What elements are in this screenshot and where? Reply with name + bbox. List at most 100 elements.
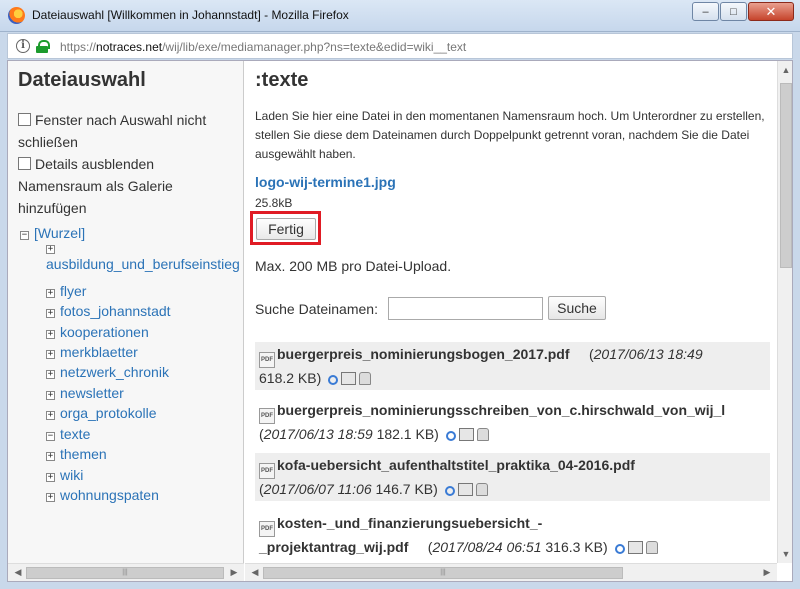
- search-button[interactable]: Suche: [548, 296, 606, 320]
- namespace-link[interactable]: texte: [60, 426, 90, 442]
- expand-icon[interactable]: +: [46, 289, 55, 298]
- scroll-up-icon[interactable]: ▲: [778, 65, 792, 75]
- namespace-link[interactable]: netzwerk_chronik: [60, 364, 169, 380]
- expand-icon[interactable]: +: [46, 245, 55, 254]
- namespace-item[interactable]: + merkblaetter: [46, 344, 138, 360]
- delete-icon[interactable]: [476, 428, 489, 441]
- search-label: Suche Dateinamen:: [255, 301, 378, 317]
- scroll-left-icon[interactable]: ◀: [247, 567, 263, 578]
- file-name-link[interactable]: kofa-uebersicht_aufenthaltstitel_praktik…: [277, 457, 635, 473]
- expand-icon[interactable]: +: [46, 370, 55, 379]
- file-size: 146.7 KB: [375, 481, 434, 497]
- expand-icon[interactable]: +: [46, 473, 55, 482]
- namespace-link[interactable]: newsletter: [60, 385, 124, 401]
- window-controls: – □ ✕: [691, 2, 794, 21]
- uploaded-file-link[interactable]: logo-wij-termine1.jpg: [255, 174, 396, 190]
- right-horizontal-scroll-thumb[interactable]: |||: [263, 567, 623, 579]
- namespace-link[interactable]: merkblaetter: [60, 344, 138, 360]
- expand-icon[interactable]: +: [46, 452, 55, 461]
- namespace-item[interactable]: + flyer: [46, 283, 86, 299]
- uploaded-file-size: 25.8kB: [255, 196, 293, 210]
- magnifier-icon[interactable]: [444, 486, 455, 496]
- namespace-link[interactable]: themen: [60, 446, 107, 462]
- file-name-link[interactable]: buergerpreis_nominierungsbogen_2017.pdf: [277, 346, 570, 362]
- panel-title: Dateiauswahl: [18, 69, 146, 91]
- close-button[interactable]: ✕: [748, 2, 794, 21]
- namespace-item[interactable]: + ausbildung_und_berufseinstieg: [46, 245, 240, 272]
- expand-icon[interactable]: +: [46, 391, 55, 400]
- right-horizontal-scrollbar[interactable]: ◀ ||| ▶: [245, 563, 777, 581]
- minimize-button[interactable]: –: [692, 2, 719, 21]
- expand-icon[interactable]: +: [46, 330, 55, 339]
- namespace-item[interactable]: + wiki: [46, 467, 83, 483]
- namespace-link[interactable]: flyer: [60, 283, 86, 299]
- pdf-file-icon: PDF: [259, 408, 275, 424]
- page-content: Dateiauswahl Fenster nach Auswahl nicht …: [7, 60, 793, 582]
- edit-icon[interactable]: [458, 428, 474, 441]
- file-name-link-continued[interactable]: _projektantrag_wij.pdf: [259, 539, 408, 555]
- file-row: PDF kofa-uebersicht_aufenthaltstitel_prak…: [255, 453, 770, 501]
- option-keep-open[interactable]: Fenster nach Auswahl nicht schließen: [18, 109, 238, 153]
- delete-icon[interactable]: [359, 372, 372, 385]
- namespace-item[interactable]: + netzwerk_chronik: [46, 364, 169, 380]
- expand-icon[interactable]: +: [46, 350, 55, 359]
- collapse-icon[interactable]: −: [20, 231, 29, 240]
- vertical-scrollbar[interactable]: ▲ ▼: [777, 61, 792, 563]
- keep-open-checkbox[interactable]: [18, 113, 31, 126]
- magnifier-icon[interactable]: [445, 431, 456, 441]
- file-name-link[interactable]: kosten-_und_finanzierungsuebersicht_-: [277, 515, 542, 531]
- file-date: 2017/08/24 06:51: [432, 539, 542, 555]
- vertical-scroll-thumb[interactable]: [780, 83, 792, 268]
- add-gallery-link[interactable]: Namensraum als Galerie hinzufügen: [18, 178, 173, 216]
- namespace-link[interactable]: kooperationen: [60, 324, 149, 340]
- file-date: 2017/06/13 18:59: [263, 426, 373, 442]
- edit-icon[interactable]: [457, 483, 473, 496]
- tree-root[interactable]: − [Wurzel]: [20, 225, 85, 241]
- search-input[interactable]: [388, 297, 543, 320]
- namespace-item[interactable]: + orga_protokolle: [46, 405, 157, 421]
- expand-icon[interactable]: +: [46, 309, 55, 318]
- url-bar[interactable]: i https://notraces.net/wij/lib/exe/media…: [7, 33, 793, 59]
- file-name-link[interactable]: buergerpreis_nominierungsschreiben_von_c…: [277, 402, 725, 418]
- scroll-down-icon[interactable]: ▼: [778, 549, 792, 559]
- namespace-link[interactable]: wohnungspaten: [60, 487, 159, 503]
- delete-icon[interactable]: [475, 483, 488, 496]
- namespace-link[interactable]: wiki: [60, 467, 83, 483]
- left-horizontal-scroll-thumb[interactable]: |||: [26, 567, 224, 579]
- root-link[interactable]: [Wurzel]: [34, 225, 85, 241]
- option-add-gallery[interactable]: Namensraum als Galerie hinzufügen: [18, 175, 238, 219]
- expand-icon[interactable]: +: [46, 493, 55, 502]
- namespace-item[interactable]: + wohnungspaten: [46, 487, 159, 503]
- expand-icon[interactable]: +: [46, 411, 55, 420]
- namespace-link[interactable]: orga_protokolle: [60, 405, 157, 421]
- namespace-item[interactable]: + themen: [46, 446, 107, 462]
- magnifier-icon[interactable]: [328, 375, 339, 385]
- option-hide-details[interactable]: Details ausblenden: [18, 153, 238, 175]
- scroll-right-icon[interactable]: ▶: [759, 567, 775, 578]
- hide-details-label: Details ausblenden: [35, 156, 155, 172]
- left-horizontal-scrollbar[interactable]: ◀ ||| ▶: [8, 563, 244, 581]
- edit-icon[interactable]: [627, 541, 643, 554]
- pdf-file-icon: PDF: [259, 521, 275, 537]
- namespace-item[interactable]: + newsletter: [46, 385, 124, 401]
- namespace-link[interactable]: fotos_johannstadt: [60, 303, 171, 319]
- file-row: PDF buergerpreis_nominierungsbogen_2017.p…: [255, 342, 770, 390]
- hide-details-checkbox[interactable]: [18, 157, 31, 170]
- url-text[interactable]: https://notraces.net/wij/lib/exe/mediama…: [60, 40, 466, 54]
- delete-icon[interactable]: [645, 541, 658, 554]
- maximize-button[interactable]: □: [720, 2, 747, 21]
- scroll-right-icon[interactable]: ▶: [226, 567, 242, 578]
- magnifier-icon[interactable]: [614, 544, 625, 554]
- pdf-file-icon: PDF: [259, 352, 275, 368]
- scroll-left-icon[interactable]: ◀: [10, 567, 26, 578]
- namespace-link[interactable]: ausbildung_und_berufseinstieg: [46, 256, 240, 272]
- namespace-item[interactable]: − texte: [46, 426, 90, 442]
- done-button[interactable]: Fertig: [256, 218, 316, 240]
- edit-icon[interactable]: [341, 372, 357, 385]
- namespace-item[interactable]: + fotos_johannstadt: [46, 303, 171, 319]
- keep-open-label: Fenster nach Auswahl nicht schließen: [18, 112, 207, 150]
- lock-icon[interactable]: [36, 40, 50, 53]
- namespace-item[interactable]: + kooperationen: [46, 324, 149, 340]
- collapse-icon[interactable]: −: [46, 432, 55, 441]
- info-icon[interactable]: i: [16, 39, 30, 53]
